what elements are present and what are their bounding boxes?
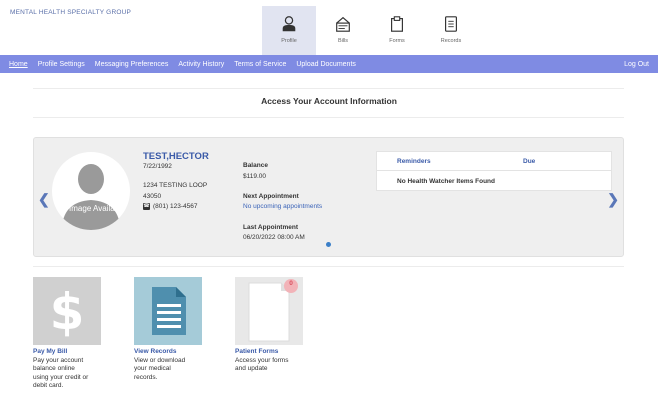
patient-forms-caption: Patient Forms Access your forms and upda…	[235, 348, 288, 374]
balance-value: $119.00	[243, 173, 267, 180]
patient-forms-desc-1: Access your forms	[235, 356, 289, 364]
view-records-tile[interactable]	[134, 277, 202, 345]
patient-address-line1: 1234 TESTING LOOP	[143, 182, 208, 189]
next-appointment-label: Next Appointment	[243, 193, 299, 200]
last-appointment-value: 06/20/2022 08:00 AM	[243, 234, 305, 241]
top-nav: Profile Bills Forms Records	[262, 6, 478, 55]
patient-phone: ☎ (801) 123-4567	[143, 203, 197, 210]
next-appointment-value[interactable]: No upcoming appointments	[243, 203, 322, 210]
nav-forms[interactable]: Forms	[370, 6, 424, 55]
person-silhouette-icon	[62, 164, 120, 230]
view-records-desc-3: records.	[134, 373, 158, 381]
document-icon	[152, 287, 186, 335]
menu-bar: Home Profile Settings Messaging Preferen…	[0, 55, 658, 73]
svg-text:$: $	[50, 283, 85, 341]
divider	[33, 88, 624, 89]
divider	[33, 117, 624, 118]
form-icon	[248, 279, 298, 342]
records-icon	[445, 16, 457, 32]
nav-records[interactable]: Records	[424, 6, 478, 55]
balance-label: Balance	[243, 162, 268, 169]
due-column-header: Due	[523, 158, 536, 165]
reminders-table: Reminders Due No Health Watcher Items Fo…	[376, 151, 612, 191]
phone-icon: ☎	[143, 203, 150, 210]
menu-terms-of-service[interactable]: Terms of Service	[234, 61, 286, 68]
reminders-empty-message: No Health Watcher Items Found	[397, 178, 495, 185]
patient-name: TEST,HECTOR	[143, 151, 209, 162]
nav-bills-label: Bills	[337, 38, 349, 44]
forms-badge: 0	[289, 280, 293, 287]
pay-bill-desc-3: using your credit or	[33, 373, 89, 381]
pay-bill-desc-2: balance online	[33, 365, 75, 373]
view-records-desc-2: your medical	[134, 365, 171, 373]
account-card: ❮ ❯ No Image Available TEST,HECTOR 7/22/…	[33, 137, 624, 257]
patient-forms-title[interactable]: Patient Forms	[235, 348, 288, 357]
profile-icon	[282, 16, 296, 32]
pay-bill-desc-1: Pay your account	[33, 356, 84, 364]
nav-bills[interactable]: Bills	[316, 6, 370, 55]
dollar-icon: $	[50, 283, 85, 341]
nav-profile-label: Profile	[281, 38, 297, 44]
pay-bill-title[interactable]: Pay My Bill	[33, 348, 88, 357]
next-arrow-icon[interactable]: ❯	[607, 191, 619, 208]
no-image-label: No Image Available	[56, 204, 126, 213]
last-appointment-label: Last Appointment	[243, 224, 299, 231]
nav-records-label: Records	[440, 38, 462, 44]
view-records-caption: View Records View or download your medic…	[134, 348, 185, 382]
page-title: Access Your Account Information	[261, 96, 397, 106]
pay-bill-tile[interactable]: $	[33, 277, 101, 345]
menu-activity-history[interactable]: Activity History	[178, 61, 224, 68]
carousel-indicator[interactable]	[326, 242, 331, 247]
view-records-desc-1: View or download	[134, 356, 186, 364]
org-name: MENTAL HEALTH SPECIALTY GROUP	[10, 9, 132, 16]
nav-forms-label: Forms	[389, 38, 405, 44]
patient-address-line2: 43050	[143, 193, 162, 200]
menu-home[interactable]: Home	[9, 61, 28, 68]
bills-icon	[336, 16, 350, 32]
patient-dob: 7/22/1992	[143, 163, 172, 170]
patient-forms-desc-2: and update	[235, 365, 268, 373]
logout-link[interactable]: Log Out	[624, 61, 649, 68]
patient-forms-tile[interactable]: 0	[235, 277, 303, 345]
patient-phone-number: (801) 123-4567	[153, 203, 198, 210]
pay-bill-desc-4: debit card.	[33, 382, 64, 390]
reminders-column-header: Reminders	[397, 158, 431, 165]
prev-arrow-icon[interactable]: ❮	[38, 191, 50, 208]
avatar: No Image Available	[52, 152, 130, 230]
forms-icon	[391, 16, 403, 32]
divider	[33, 266, 624, 267]
nav-profile[interactable]: Profile	[262, 6, 316, 55]
menu-messaging-preferences[interactable]: Messaging Preferences	[95, 61, 169, 68]
menu-upload-documents[interactable]: Upload Documents	[296, 61, 356, 68]
pay-bill-caption: Pay My Bill Pay your account balance onl…	[33, 348, 88, 391]
menu-profile-settings[interactable]: Profile Settings	[38, 61, 85, 68]
reminders-header: Reminders Due	[377, 152, 611, 171]
view-records-title[interactable]: View Records	[134, 348, 185, 357]
